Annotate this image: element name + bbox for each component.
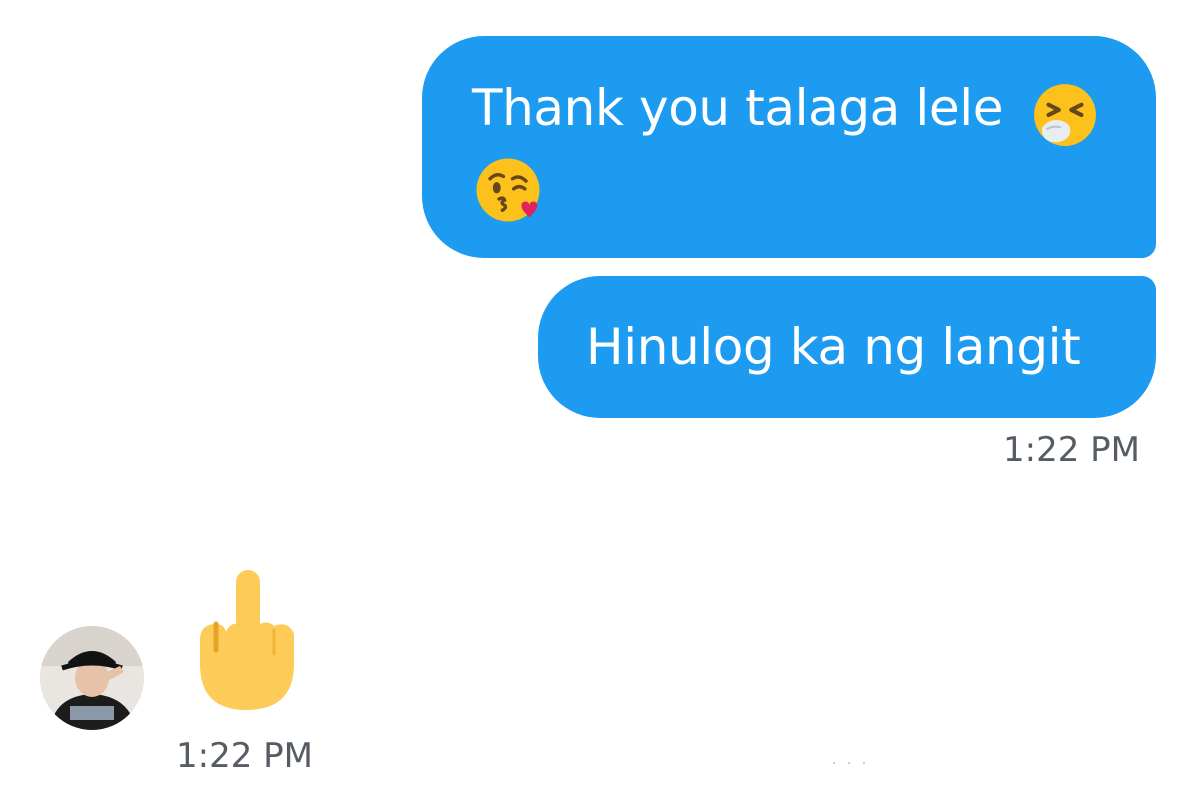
message-text: Thank you talaga lele [472,79,1004,137]
sent-message-bubble[interactable]: Hinulog ka ng langit [538,276,1156,418]
sneezing-face-emoji-icon [1034,84,1096,146]
sent-timestamp: 1:22 PM [1003,430,1140,470]
sent-message-bubble[interactable]: Thank you talaga lele [422,36,1156,258]
avatar[interactable] [40,626,144,730]
face-blowing-kiss-emoji-icon [476,158,540,222]
message-text: Hinulog ka ng langit [586,318,1081,376]
received-timestamp: 1:22 PM [176,736,313,776]
middle-finger-emoji-icon [200,570,294,710]
typing-indicator-dots: · · · [832,756,870,772]
